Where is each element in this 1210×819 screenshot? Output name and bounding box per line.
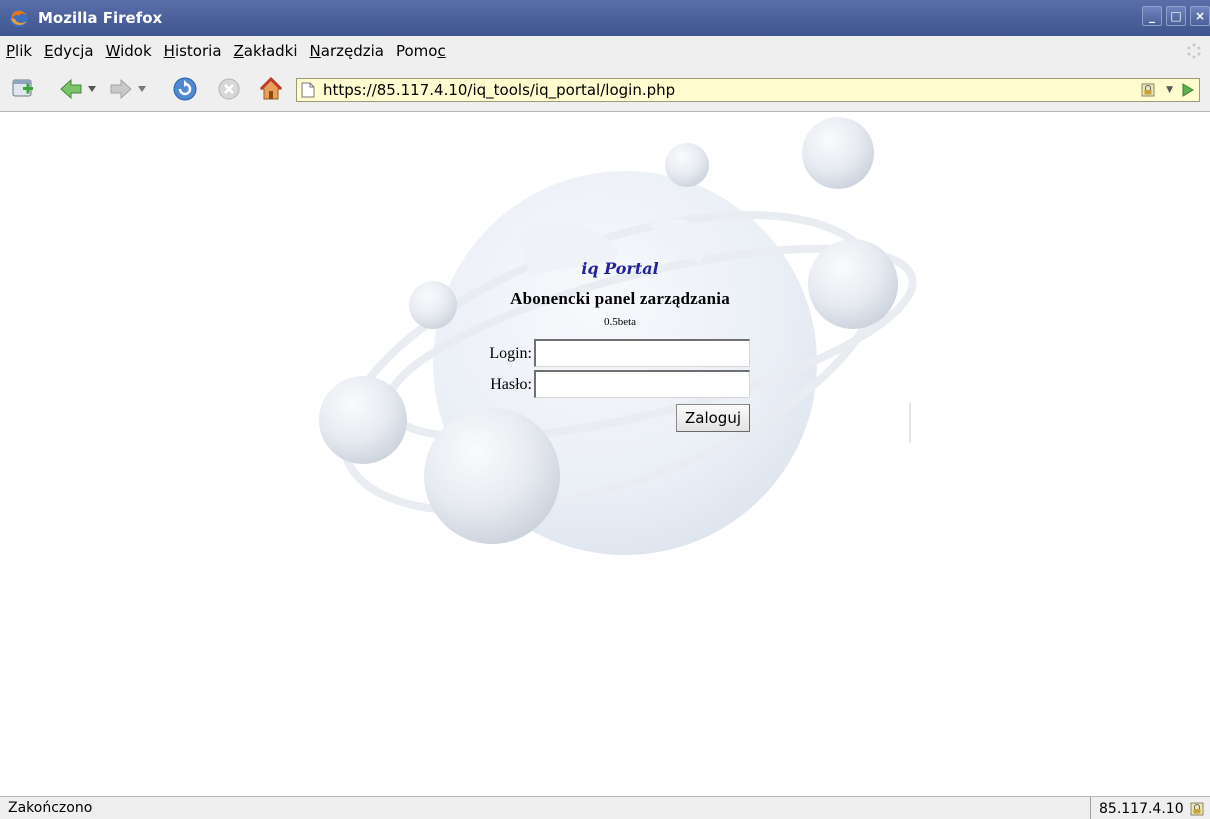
url-dropdown-icon[interactable]: ▼: [1166, 85, 1173, 95]
menu-edycja[interactable]: Edycja: [44, 42, 94, 60]
menu-plik[interactable]: Plik: [6, 42, 32, 60]
portal-title: iq Portal: [581, 259, 659, 278]
status-host-panel[interactable]: 85.117.4.10: [1090, 797, 1204, 819]
stop-icon[interactable]: [216, 76, 242, 102]
security-lock-icon[interactable]: [1141, 83, 1155, 97]
window-title: Mozilla Firefox: [38, 9, 163, 27]
password-label: Hasło:: [490, 376, 532, 393]
back-history-dropdown-icon[interactable]: [88, 86, 96, 92]
version-label: 0.5beta: [603, 316, 637, 328]
menu-historia[interactable]: Historia: [164, 42, 222, 60]
status-text: Zakończono: [8, 800, 93, 816]
status-host[interactable]: 85.117.4.10: [1099, 801, 1184, 817]
menu-pomoc[interactable]: Pomoc: [396, 42, 446, 60]
firefox-icon: [10, 9, 28, 27]
login-button[interactable]: Zaloguj: [676, 404, 750, 432]
new-tab-icon[interactable]: [10, 76, 36, 102]
menu-narzedzia[interactable]: Narzędzia: [310, 42, 384, 60]
go-icon[interactable]: [1179, 82, 1195, 98]
menu-bar: Plik Edycja Widok Historia Zakładki Narz…: [0, 36, 1210, 66]
page-content: iq Portal Abonencki panel zarządzania 0.…: [0, 113, 1210, 796]
password-input[interactable]: [534, 370, 750, 398]
navigation-toolbar: https://85.117.4.10/iq_tools/iq_portal/l…: [0, 66, 1210, 112]
login-input[interactable]: [534, 339, 750, 367]
login-label: Login:: [489, 345, 532, 362]
url-text[interactable]: https://85.117.4.10/iq_tools/iq_portal/l…: [323, 81, 675, 99]
window-titlebar: Mozilla Firefox _ □ ×: [0, 0, 1210, 36]
globe-molecule-background-image: [319, 117, 917, 555]
forward-icon[interactable]: [108, 76, 134, 102]
menu-zakladki[interactable]: Zakładki: [234, 42, 298, 60]
status-lock-icon[interactable]: [1190, 802, 1204, 816]
status-bar: Zakończono 85.117.4.10: [0, 796, 1210, 819]
minimize-button[interactable]: _: [1142, 6, 1162, 26]
home-icon[interactable]: [258, 76, 284, 102]
url-bar[interactable]: https://85.117.4.10/iq_tools/iq_portal/l…: [296, 78, 1200, 102]
panel-title: Abonencki panel zarządzania: [510, 289, 730, 308]
throbber-icon: [1187, 43, 1201, 59]
close-button[interactable]: ×: [1190, 6, 1210, 26]
back-icon[interactable]: [58, 76, 84, 102]
reload-icon[interactable]: [172, 76, 198, 102]
page-icon: [301, 82, 315, 98]
menu-widok[interactable]: Widok: [106, 42, 152, 60]
forward-history-dropdown-icon[interactable]: [138, 86, 146, 92]
maximize-button[interactable]: □: [1166, 6, 1186, 26]
